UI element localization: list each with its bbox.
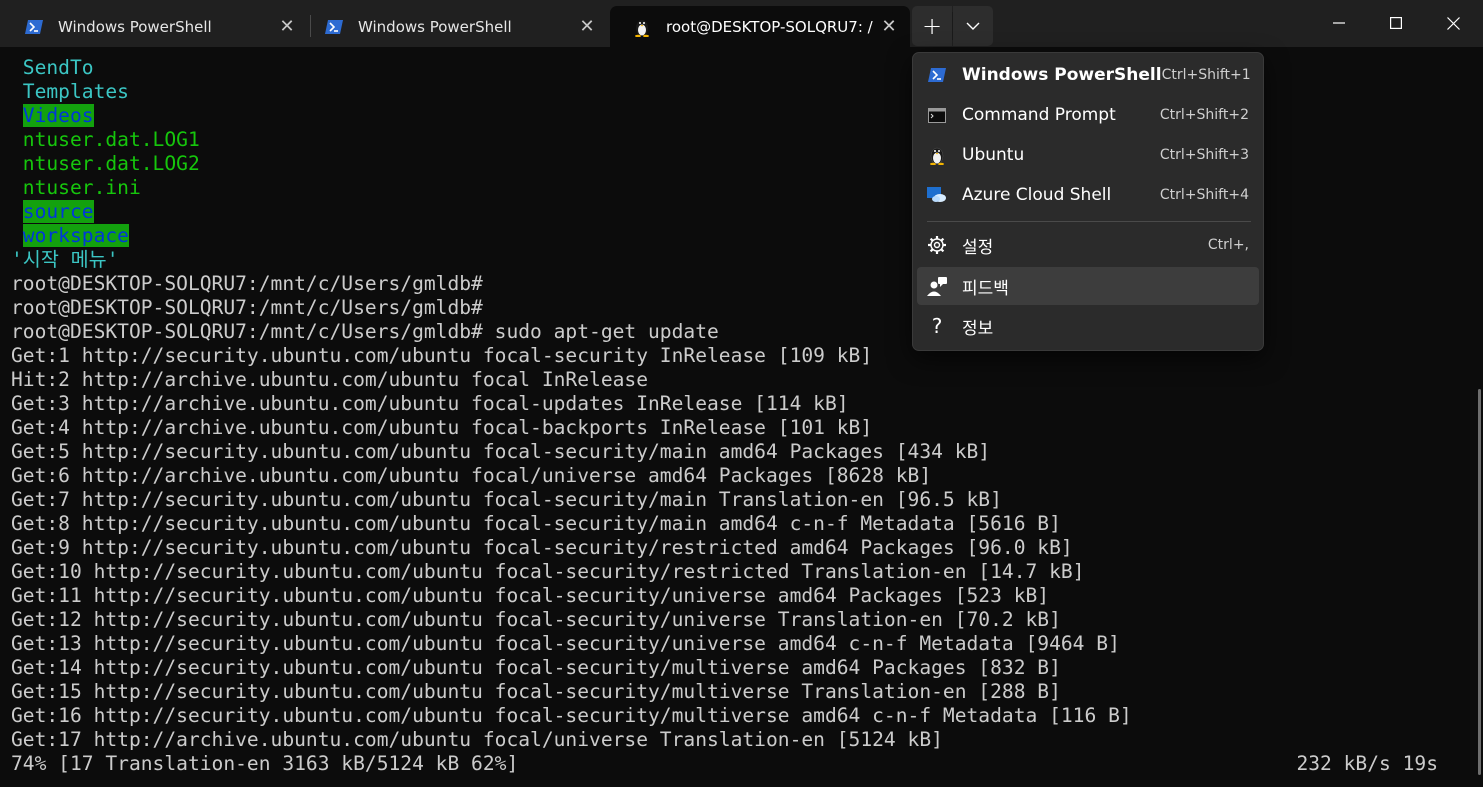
azure-cloud-icon bbox=[926, 184, 948, 206]
maximize-button[interactable] bbox=[1367, 0, 1425, 46]
tab-title: Windows PowerShell bbox=[58, 17, 212, 36]
menu-item-azure-cloud-shell[interactable]: Azure Cloud Shell Ctrl+Shift+4 bbox=[917, 176, 1259, 214]
chevron-down-icon bbox=[966, 22, 980, 30]
directory-highlight: workspace bbox=[22, 224, 129, 247]
output-line: Get:14 http://security.ubuntu.com/ubuntu… bbox=[11, 656, 1061, 679]
menu-item-command-prompt[interactable]: Command Prompt Ctrl+Shift+2 bbox=[917, 96, 1259, 134]
menu-item-label: Command Prompt bbox=[962, 105, 1116, 125]
output-line: Get:8 http://security.ubuntu.com/ubuntu … bbox=[11, 512, 1061, 535]
close-icon[interactable]: ✕ bbox=[572, 12, 602, 42]
terminal-line: source bbox=[11, 200, 94, 224]
menu-item-label: Windows PowerShell bbox=[962, 65, 1162, 85]
tab-windows-powershell-2[interactable]: Windows PowerShell ✕ bbox=[302, 6, 608, 47]
menu-item-label: 피드백 bbox=[962, 278, 1009, 299]
output-line: Get:5 http://security.ubuntu.com/ubuntu … bbox=[11, 440, 991, 463]
download-speed: 232 kB/s 19s bbox=[1296, 752, 1438, 775]
terminal-line: ntuser.dat.LOG2 bbox=[22, 152, 200, 175]
prompt-line: root@DESKTOP-SOLQRU7:/mnt/c/Users/gmldb#… bbox=[11, 320, 719, 343]
close-window-button[interactable] bbox=[1424, 0, 1482, 46]
profile-dropdown-button[interactable] bbox=[953, 6, 993, 46]
prompt-line: root@DESKTOP-SOLQRU7:/mnt/c/Users/gmldb# bbox=[11, 296, 483, 319]
maximize-icon bbox=[1390, 17, 1402, 29]
new-tab-button[interactable]: + bbox=[912, 6, 952, 46]
powershell-icon bbox=[24, 17, 44, 37]
shortcut-label: Ctrl+Shift+2 bbox=[1159, 107, 1249, 123]
tab-ubuntu-root[interactable]: root@DESKTOP-SOLQRU7: /mnt/c/Users/gmldb… bbox=[610, 6, 910, 47]
command-prompt-icon bbox=[926, 104, 948, 126]
gear-icon bbox=[926, 234, 948, 256]
terminal-line: Templates bbox=[22, 80, 129, 103]
output-line: Get:6 http://archive.ubuntu.com/ubuntu f… bbox=[11, 464, 932, 487]
close-icon bbox=[1446, 16, 1460, 30]
terminal-line: SendTo bbox=[22, 56, 94, 79]
minimize-button[interactable] bbox=[1310, 0, 1368, 46]
shortcut-label: Ctrl+Shift+4 bbox=[1159, 187, 1249, 203]
profile-menu: Windows PowerShell Ctrl+Shift+1 Command … bbox=[912, 52, 1264, 351]
menu-item-label: 정보 bbox=[962, 318, 994, 339]
linux-penguin-icon bbox=[632, 17, 652, 37]
terminal-line: '시작 메뉴' bbox=[11, 248, 119, 271]
powershell-icon bbox=[926, 64, 948, 86]
output-line: Get:10 http://security.ubuntu.com/ubuntu… bbox=[11, 560, 1085, 583]
output-line: Get:16 http://security.ubuntu.com/ubuntu… bbox=[11, 704, 1132, 727]
feedback-icon bbox=[926, 275, 948, 297]
menu-item-label: 설정 bbox=[962, 237, 994, 258]
output-line: Get:12 http://security.ubuntu.com/ubuntu… bbox=[11, 608, 1061, 631]
terminal-line: ntuser.dat.LOG1 bbox=[22, 128, 200, 151]
output-line: Hit:2 http://archive.ubuntu.com/ubuntu f… bbox=[11, 368, 649, 391]
terminal-line: ntuser.ini bbox=[22, 176, 141, 199]
menu-item-settings[interactable]: 설정 Ctrl+, bbox=[917, 226, 1259, 264]
shortcut-label: Ctrl+, bbox=[1207, 237, 1249, 253]
menu-item-label: Ubuntu bbox=[962, 145, 1025, 165]
terminal-line: Videos bbox=[11, 104, 94, 128]
menu-item-windows-powershell[interactable]: Windows PowerShell Ctrl+Shift+1 bbox=[917, 56, 1259, 94]
plus-icon: + bbox=[921, 12, 943, 40]
minimize-icon bbox=[1333, 22, 1345, 24]
menu-item-ubuntu[interactable]: Ubuntu Ctrl+Shift+3 bbox=[917, 136, 1259, 174]
output-line: Get:15 http://security.ubuntu.com/ubuntu… bbox=[11, 680, 1061, 703]
output-line: Get:13 http://security.ubuntu.com/ubuntu… bbox=[11, 632, 1120, 655]
menu-item-label: Azure Cloud Shell bbox=[962, 185, 1112, 205]
directory-highlight: source bbox=[22, 200, 94, 223]
output-line: Get:3 http://archive.ubuntu.com/ubuntu f… bbox=[11, 392, 849, 415]
menu-item-feedback[interactable]: 피드백 bbox=[917, 267, 1259, 305]
terminal-line: workspace bbox=[11, 224, 129, 248]
tab-windows-powershell-1[interactable]: Windows PowerShell ✕ bbox=[2, 6, 308, 47]
output-line: Get:17 http://archive.ubuntu.com/ubuntu … bbox=[11, 728, 943, 751]
linux-penguin-icon bbox=[926, 144, 948, 166]
prompt-line: root@DESKTOP-SOLQRU7:/mnt/c/Users/gmldb# bbox=[11, 272, 483, 295]
output-line: Get:7 http://security.ubuntu.com/ubuntu … bbox=[11, 488, 1002, 511]
tab-title: root@DESKTOP-SOLQRU7: /mnt/c/Users/gmldb bbox=[666, 17, 874, 36]
shortcut-label: Ctrl+Shift+1 bbox=[1161, 67, 1251, 83]
title-bar: Windows PowerShell ✕ Windows PowerShell … bbox=[0, 0, 1483, 47]
output-line: Get:11 http://security.ubuntu.com/ubuntu… bbox=[11, 584, 1050, 607]
close-icon[interactable]: ✕ bbox=[272, 12, 302, 42]
shortcut-label: Ctrl+Shift+3 bbox=[1159, 147, 1249, 163]
progress-status: 74% [17 Translation-en 3163 kB/5124 kB 6… bbox=[11, 752, 519, 775]
powershell-icon bbox=[324, 17, 344, 37]
output-line: Get:1 http://security.ubuntu.com/ubuntu … bbox=[11, 344, 873, 367]
output-line: Get:4 http://archive.ubuntu.com/ubuntu f… bbox=[11, 416, 873, 439]
tab-title: Windows PowerShell bbox=[358, 17, 512, 36]
scrollbar-thumb[interactable] bbox=[1478, 389, 1481, 775]
scrollbar[interactable] bbox=[1476, 47, 1483, 787]
menu-divider bbox=[927, 221, 1251, 222]
output-line: Get:9 http://security.ubuntu.com/ubuntu … bbox=[11, 536, 1073, 559]
question-icon: ? bbox=[931, 314, 943, 338]
close-icon[interactable]: ✕ bbox=[874, 12, 904, 42]
menu-item-about[interactable]: ? 정보 bbox=[917, 307, 1259, 345]
directory-highlight: Videos bbox=[22, 104, 94, 127]
